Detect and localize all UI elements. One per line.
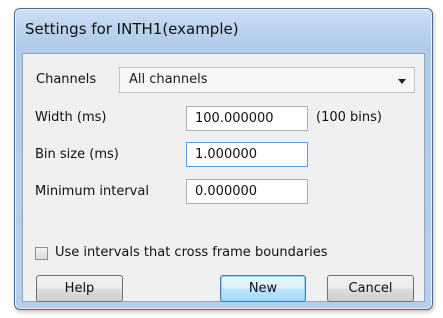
width-label: Width (ms): [35, 110, 107, 125]
channels-label: Channels: [36, 72, 97, 87]
width-bins-note: (100 bins): [316, 110, 382, 125]
new-button[interactable]: New: [220, 275, 306, 302]
chevron-down-icon[interactable]: [398, 79, 406, 84]
minimum-interval-input[interactable]: [186, 179, 308, 204]
cross-frames-checkbox[interactable]: [35, 247, 48, 260]
bin-size-label: Bin size (ms): [35, 147, 119, 162]
cancel-button[interactable]: Cancel: [327, 275, 414, 302]
bin-size-input[interactable]: [186, 142, 308, 167]
dialog-title: Settings for INTH1(example): [25, 20, 239, 38]
minimum-interval-label: Minimum interval: [35, 184, 149, 199]
channels-selected-value: All channels: [129, 72, 208, 87]
cross-frames-label[interactable]: Use intervals that cross frame boundarie…: [55, 245, 328, 260]
help-button[interactable]: Help: [36, 275, 123, 302]
dialog-client-area: Channels All channels Width (ms) (100 bi…: [22, 53, 425, 302]
settings-dialog: Settings for INTH1(example) Channels All…: [14, 8, 433, 310]
channels-select[interactable]: All channels: [119, 67, 415, 93]
width-input[interactable]: [186, 106, 308, 131]
